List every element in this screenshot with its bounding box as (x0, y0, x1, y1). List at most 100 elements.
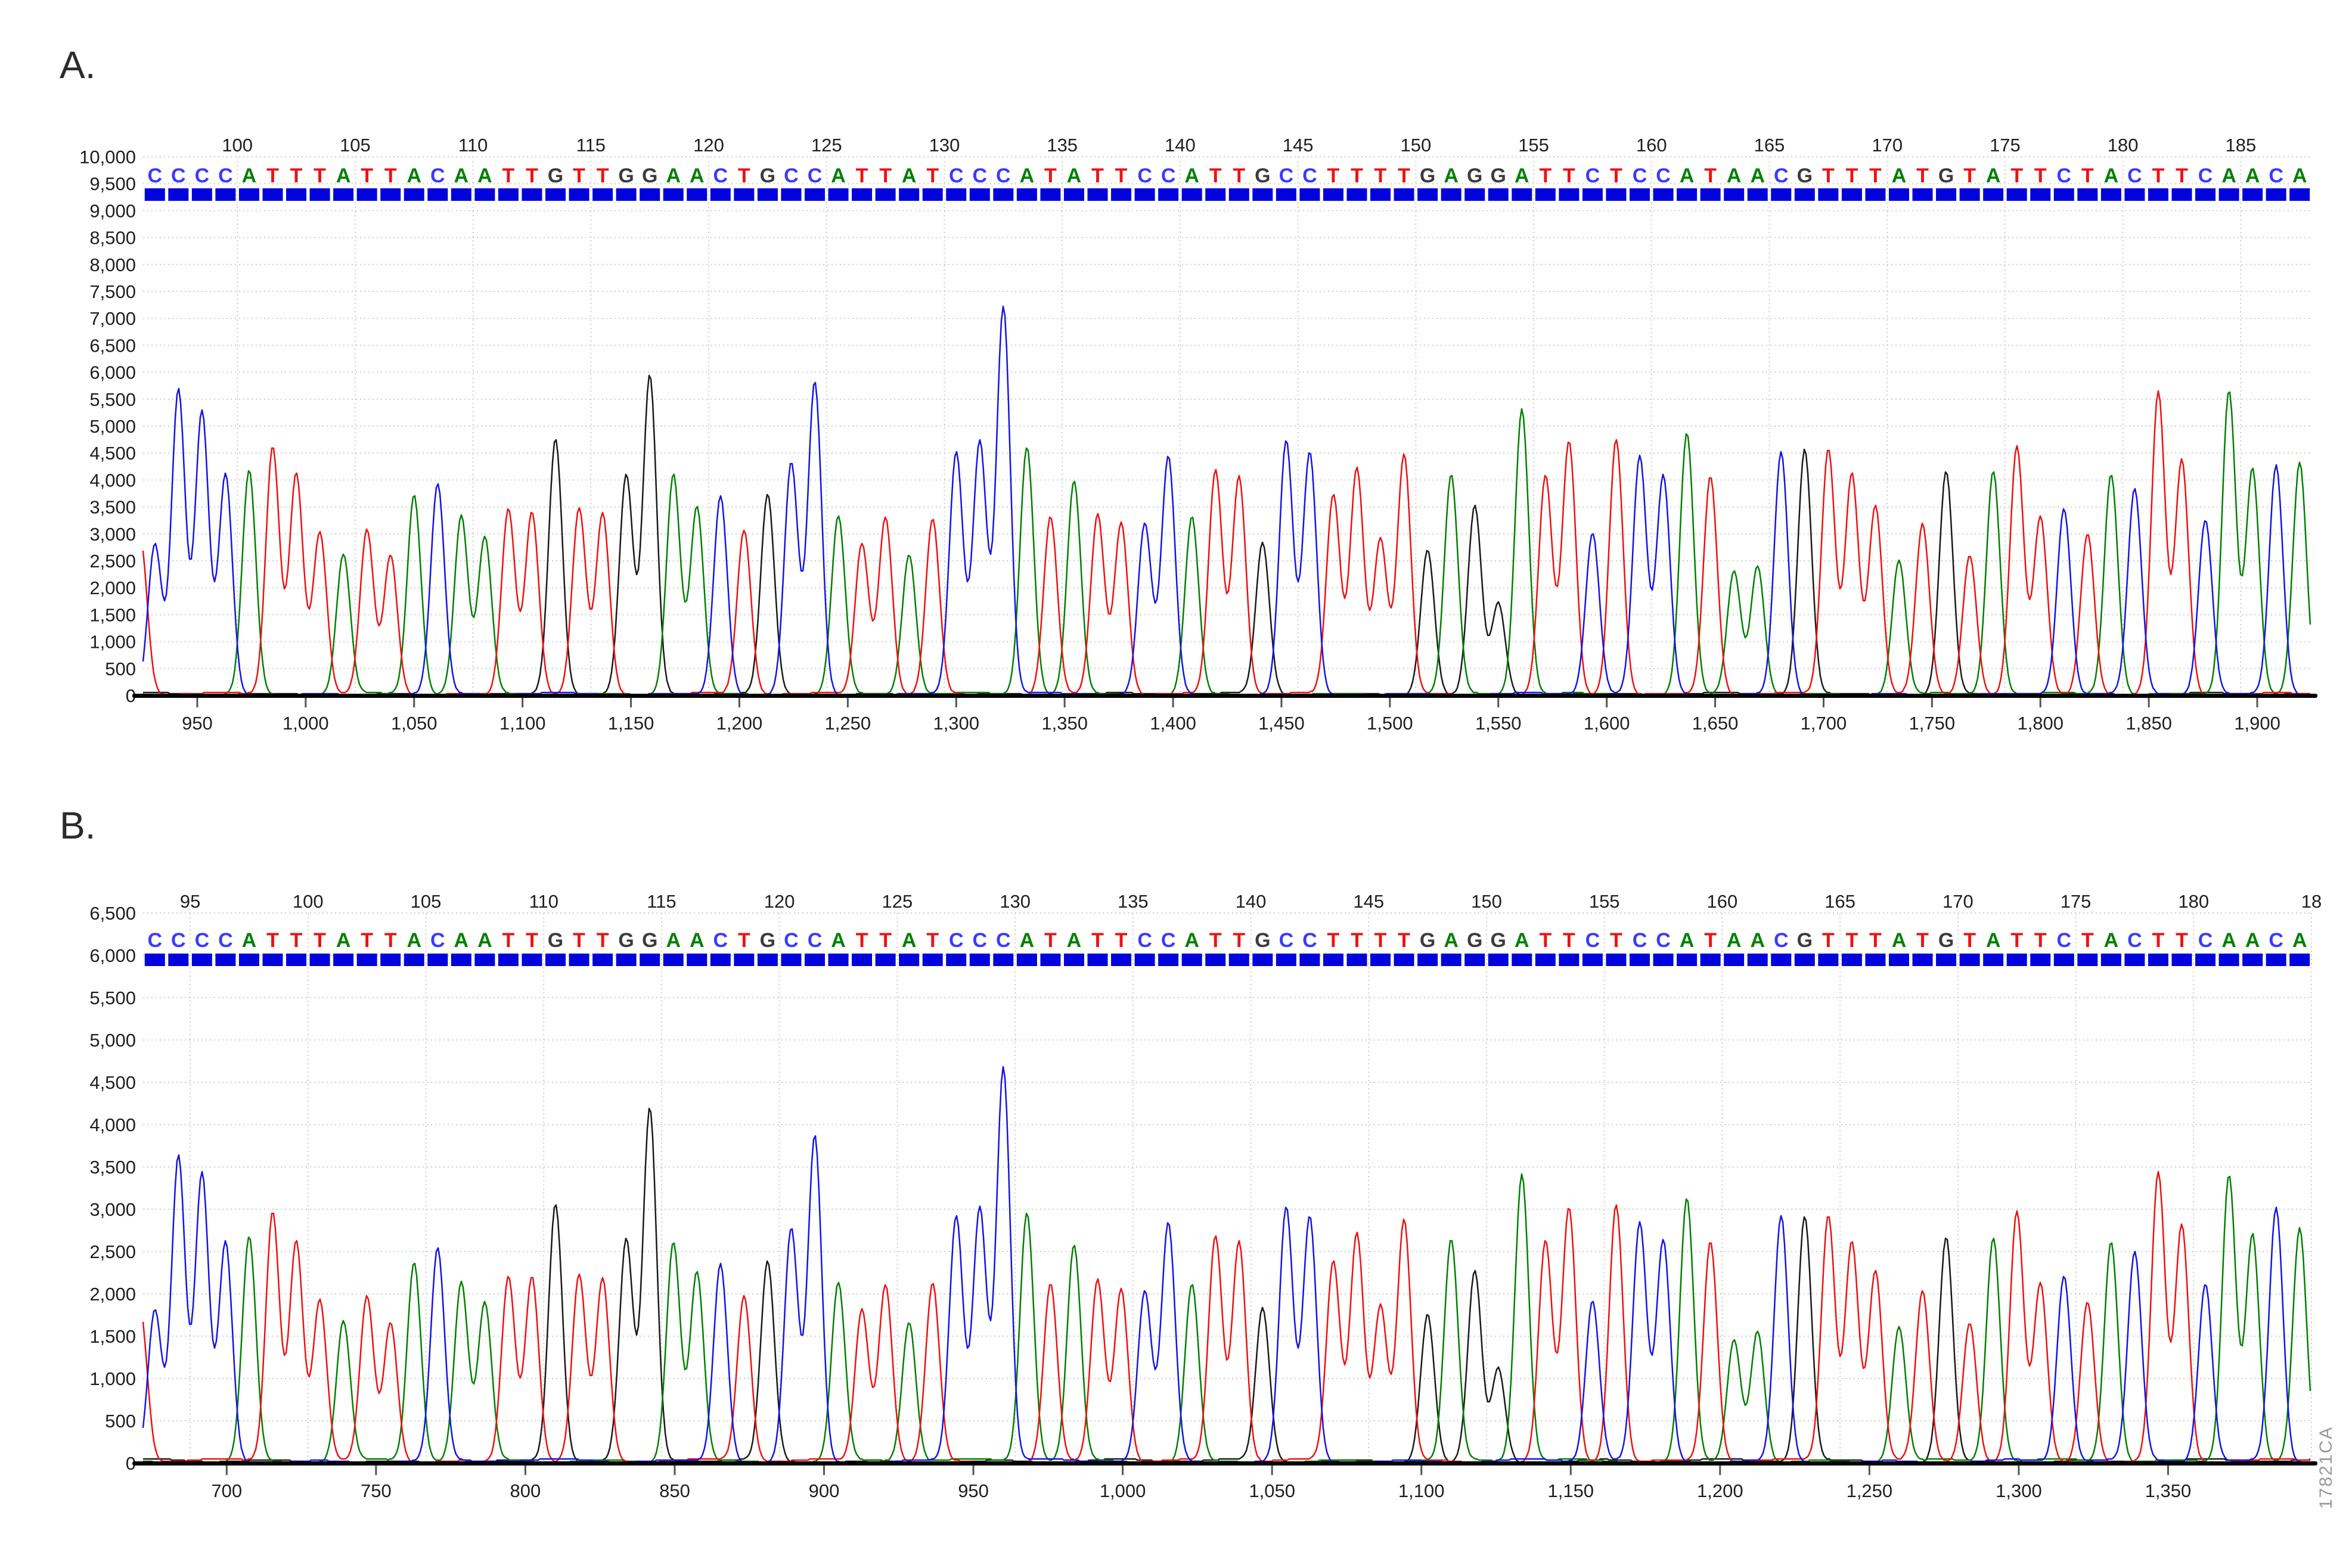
base-letter: C (218, 164, 233, 187)
base-letter: T (2176, 164, 2188, 187)
y-tick-label: 9,000 (89, 200, 136, 221)
quality-bar (1182, 954, 1202, 966)
base-letter: C (784, 929, 799, 952)
quality-bar (404, 188, 424, 201)
base-letter: T (1610, 929, 1622, 952)
gridlines (143, 157, 2311, 695)
quality-bar (1394, 188, 1414, 201)
figure-id-watermark: 17821CA (2316, 1426, 2336, 1509)
base-letter: A (1184, 929, 1199, 952)
base-letter: A (407, 164, 421, 187)
y-tick-label: 2,500 (89, 551, 136, 572)
quality-bar (239, 954, 259, 966)
base-letter: A (454, 164, 469, 187)
quality-bar (1535, 188, 1556, 201)
pos-tick-label: 155 (1518, 135, 1549, 156)
quality-bar (2054, 188, 2074, 201)
scan-tick-label: 1,300 (933, 713, 979, 734)
y-tick-label: 1,500 (89, 604, 136, 625)
pos-tick-label: 125 (811, 135, 842, 156)
quality-bar (1582, 954, 1603, 966)
panel-a-chromatogram: 05001,0001,5002,0002,5003,0003,5004,0004… (79, 135, 2317, 734)
base-letter: T (1822, 164, 1835, 187)
scan-tick-label: 1,500 (1367, 713, 1413, 734)
quality-bar (357, 954, 377, 966)
base-letter: C (218, 929, 233, 952)
base-letter: T (1091, 164, 1104, 187)
base-letter: T (1822, 929, 1835, 952)
base-letter: C (1633, 164, 1647, 187)
base-letter: C (1161, 164, 1176, 187)
base-letter: G (1255, 929, 1270, 952)
pos-tick-label: 165 (1754, 135, 1785, 156)
base-letter: C (195, 164, 210, 187)
quality-bar (1323, 188, 1343, 201)
base-letter: T (856, 164, 868, 187)
base-letter: T (2081, 164, 2094, 187)
pos-tick-label: 125 (882, 891, 913, 912)
base-letter: C (996, 929, 1011, 952)
quality-bar (1346, 954, 1367, 966)
quality-bar (1229, 954, 1249, 966)
base-letter: T (856, 929, 868, 952)
quality-bar (993, 954, 1013, 966)
base-letter: C (1656, 164, 1671, 187)
y-tick-label: 8,500 (89, 228, 136, 249)
base-letter: T (1563, 164, 1575, 187)
scan-tick-label: 1,350 (2145, 1480, 2192, 1501)
trace-G (143, 1109, 2310, 1463)
base-letter: C (2269, 929, 2283, 952)
base-letter: A (1680, 929, 1695, 952)
quality-bar (1771, 188, 1791, 201)
base-letter: T (2081, 929, 2094, 952)
quality-bar (2172, 188, 2192, 201)
quality-bar (1488, 188, 1509, 201)
quality-bar (310, 188, 330, 201)
quality-bar (1889, 954, 1909, 966)
quality-bar (1276, 954, 1296, 966)
y-tick-label: 2,000 (89, 577, 136, 598)
y-tick-label: 7,500 (89, 281, 136, 302)
quality-bar (522, 188, 542, 201)
base-letter: T (290, 929, 303, 952)
base-letter: C (996, 164, 1011, 187)
base-letter: G (1420, 929, 1435, 952)
base-letter: A (2104, 164, 2119, 187)
base-letter: A (2104, 929, 2119, 952)
quality-bar (2289, 954, 2310, 966)
quality-bar (2266, 188, 2286, 201)
base-letter: G (1797, 164, 1813, 187)
pos-tick-label: 135 (1118, 891, 1149, 912)
pos-tick-label: 180 (2108, 135, 2139, 156)
y-tick-label: 5,000 (89, 1030, 136, 1051)
quality-bar (215, 188, 235, 201)
base-letter: A (336, 929, 351, 952)
quality-bar (758, 954, 778, 966)
quality-bar (1630, 188, 1650, 201)
base-letter: A (1892, 164, 1907, 187)
base-letter: T (1374, 929, 1387, 952)
quality-bar (2266, 954, 2286, 966)
pos-tick-label: 160 (1636, 135, 1667, 156)
quality-bar (2195, 188, 2215, 201)
base-letter: T (526, 929, 538, 952)
base-letter: T (2152, 164, 2165, 187)
base-letter: C (973, 164, 988, 187)
base-letter: A (242, 164, 257, 187)
quality-bar (1111, 188, 1131, 201)
quality-bar (828, 188, 849, 201)
base-letter: A (336, 164, 351, 187)
y-tick-label: 3,000 (89, 1199, 136, 1220)
base-letter: A (2221, 929, 2236, 952)
quality-bar (1653, 188, 1674, 201)
quality-bar (852, 954, 872, 966)
base-letter: T (1233, 929, 1245, 952)
base-letter: C (1137, 164, 1152, 187)
y-tick-label: 6,500 (89, 335, 136, 356)
quality-bar (2101, 954, 2121, 966)
pos-tick-label: 110 (529, 891, 558, 912)
base-letter: T (361, 929, 373, 952)
base-letter: A (831, 164, 846, 187)
quality-bar (1299, 954, 1320, 966)
quality-bar (145, 954, 165, 966)
